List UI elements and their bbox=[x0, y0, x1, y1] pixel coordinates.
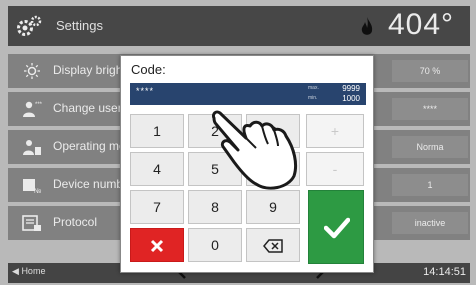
confirm-button[interactable] bbox=[308, 190, 364, 264]
settings-screen: Settings 404° Display bright 70 % *** Ch… bbox=[0, 0, 476, 285]
close-icon bbox=[150, 239, 164, 253]
key-plus[interactable]: + bbox=[306, 114, 364, 148]
key-7[interactable]: 7 bbox=[130, 190, 184, 224]
min-label: min. bbox=[308, 95, 318, 101]
key-0[interactable]: 0 bbox=[188, 228, 242, 262]
min-value: 1000 bbox=[342, 94, 360, 103]
max-label: max. bbox=[308, 85, 319, 91]
code-input[interactable]: **** max. min. 9999 1000 bbox=[130, 83, 366, 105]
code-value: **** bbox=[136, 86, 155, 96]
key-9[interactable]: 9 bbox=[246, 190, 300, 224]
pointing-hand-icon bbox=[212, 110, 298, 190]
checkmark-icon bbox=[324, 217, 350, 239]
key-4[interactable]: 4 bbox=[130, 152, 184, 186]
dialog-title: Code: bbox=[131, 62, 166, 77]
cancel-button[interactable] bbox=[130, 228, 184, 262]
backspace-button[interactable] bbox=[246, 228, 300, 262]
key-8[interactable]: 8 bbox=[188, 190, 242, 224]
key-1[interactable]: 1 bbox=[130, 114, 184, 148]
backspace-icon bbox=[263, 239, 283, 253]
max-value: 9999 bbox=[342, 84, 360, 93]
key-minus[interactable]: - bbox=[306, 152, 364, 186]
